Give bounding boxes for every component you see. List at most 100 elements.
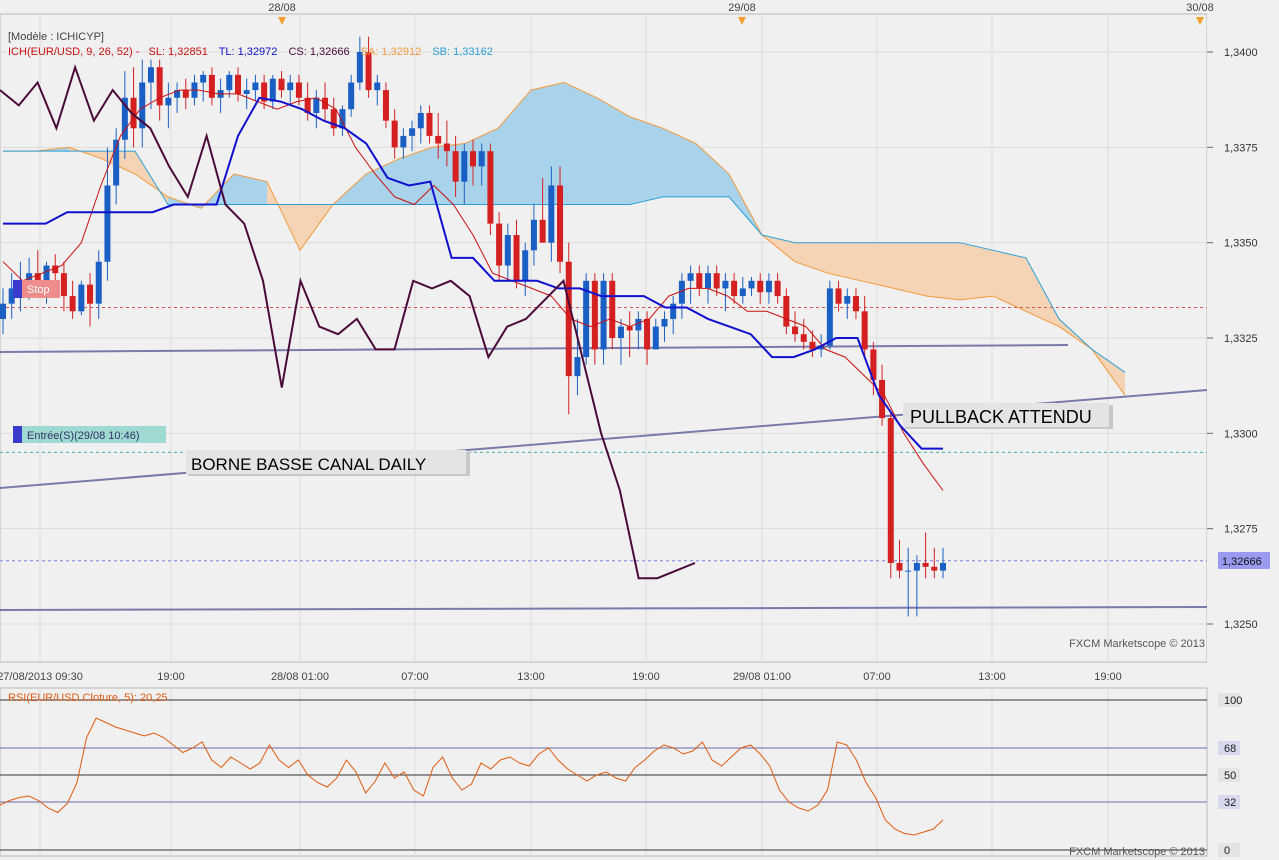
price-tick-label: 1,3350 xyxy=(1224,238,1258,250)
candle-bull xyxy=(95,261,102,304)
rsi-label: RSI(EUR/USD.Cloture, 5): 20,25 xyxy=(8,692,168,704)
candle-bull xyxy=(104,185,111,262)
candle-bull xyxy=(226,74,233,91)
kumo-segment xyxy=(960,242,993,300)
pullback-annotation: PULLBACK ATTENDU xyxy=(903,403,1113,429)
candle-bull xyxy=(0,303,6,319)
price-tick-label: 1,3250 xyxy=(1224,619,1258,631)
candle-bull xyxy=(844,296,851,304)
price-tick-label: 1,3300 xyxy=(1224,428,1258,440)
candle-bull xyxy=(600,280,607,350)
candle-bear xyxy=(60,273,67,297)
candle-bull xyxy=(722,280,729,289)
candle-bull xyxy=(252,82,259,91)
candle-bull xyxy=(705,273,711,289)
top-date-label: 29/08 xyxy=(728,2,756,14)
kumo-segment xyxy=(927,242,960,300)
entry-label: Entrée(S)(29/08 10:46) xyxy=(27,430,140,442)
candle-bear xyxy=(887,418,894,563)
pullback-text: PULLBACK ATTENDU xyxy=(910,407,1092,427)
candle-bull xyxy=(461,151,468,182)
candle-bull xyxy=(652,326,659,350)
entry-marker[interactable]: Entrée(S)(29/08 10:46) xyxy=(13,426,166,443)
candle-bear xyxy=(792,326,799,335)
candle-bear xyxy=(783,296,790,327)
candle-bull xyxy=(78,284,85,312)
candle-bear xyxy=(443,143,450,152)
borne-text: BORNE BASSE CANAL DAILY xyxy=(191,455,426,474)
candle-bear xyxy=(809,341,816,350)
x-tick-label: 13:00 xyxy=(517,671,545,683)
tl-value: TL: 1,32972 xyxy=(219,46,278,58)
candle-bull xyxy=(940,562,946,571)
candle-bull xyxy=(478,151,485,167)
candle-bear xyxy=(452,151,459,182)
kumo-segment xyxy=(432,143,465,205)
x-tick-label: 29/08 01:00 xyxy=(733,671,791,683)
candle-bull xyxy=(687,273,694,281)
candle-bear xyxy=(557,185,564,262)
rsi-level-label: 68 xyxy=(1224,743,1236,755)
candle-bull xyxy=(243,90,250,94)
price-tick-label: 1,3400 xyxy=(1224,47,1258,59)
candle-bull xyxy=(574,357,581,377)
candle-bull xyxy=(374,82,381,91)
candle-bear xyxy=(922,562,929,567)
candle-bull xyxy=(43,265,50,281)
price-chart[interactable]: 100 68 50 32 0 28/08 29/08 30/08 [Modèle : I… xyxy=(0,0,1279,860)
candle-bear xyxy=(861,311,868,350)
candle-bull xyxy=(826,288,833,346)
x-tick-label: 13:00 xyxy=(978,671,1006,683)
candle-bear xyxy=(426,113,433,136)
borne-annotation: BORNE BASSE CANAL DAILY xyxy=(186,450,470,476)
candle-bull xyxy=(905,570,912,572)
x-tick-label: 19:00 xyxy=(157,671,185,683)
candle-bull xyxy=(269,78,276,102)
candle-bear xyxy=(235,74,241,94)
top-date-label: 28/08 xyxy=(268,2,296,14)
candle-bear xyxy=(87,284,94,304)
candle-bear xyxy=(835,288,842,304)
candle-bear xyxy=(182,90,189,98)
candle-bull xyxy=(313,97,320,114)
rsi-level-label: 32 xyxy=(1224,797,1236,809)
candle-bear xyxy=(931,566,938,571)
sa-value: SA: 1,32912 xyxy=(361,46,422,58)
ichimoku-legend: ICH(EUR/USD, 9, 26, 52) - SL: 1,32851 TL… xyxy=(8,46,493,58)
sb-value: SB: 1,33162 xyxy=(432,46,493,58)
x-tick-label: 27/08/2013 09:30 xyxy=(0,671,83,683)
rsi-level-label: 50 xyxy=(1224,770,1236,782)
candle-bull xyxy=(522,250,529,281)
price-tick-label: 1,3375 xyxy=(1224,142,1258,154)
candle-bull xyxy=(400,135,407,148)
candle-bear xyxy=(696,273,703,289)
candle-bear xyxy=(295,82,302,98)
candle-bull xyxy=(147,67,154,83)
candle-bull xyxy=(287,82,294,91)
candle-bear xyxy=(713,273,720,289)
candle-bull xyxy=(504,235,511,266)
candle-bull xyxy=(913,562,920,571)
candle-bull xyxy=(635,318,642,331)
candle-bull xyxy=(748,280,755,289)
candle-bull xyxy=(200,74,207,83)
x-tick-label: 19:00 xyxy=(1094,671,1122,683)
x-tick-label: 28/08 01:00 xyxy=(271,671,329,683)
stop-marker[interactable]: Stop xyxy=(13,280,60,298)
stop-label: Stop xyxy=(27,284,50,296)
rsi-level-label: 0 xyxy=(1224,845,1230,857)
top-date-label: 30/08 xyxy=(1186,2,1214,14)
model-label: [Modèle : ICHICYP] xyxy=(8,31,104,43)
candle-bull xyxy=(530,219,537,251)
candle-bear xyxy=(435,135,442,144)
price-tick-label: 1,3325 xyxy=(1224,333,1258,345)
sl-value: SL: 1,32851 xyxy=(148,46,207,58)
current-price-tag: 1,32666 xyxy=(1218,552,1270,569)
x-tick-label: 19:00 xyxy=(632,671,660,683)
rsi-level-label: 100 xyxy=(1224,695,1242,707)
x-tick-label: 07:00 xyxy=(863,671,891,683)
kumo-segment xyxy=(564,82,597,205)
candle-bear xyxy=(800,334,807,342)
candle-bull xyxy=(670,303,677,319)
watermark-main: FXCM Marketscope © 2013 xyxy=(1069,638,1205,650)
